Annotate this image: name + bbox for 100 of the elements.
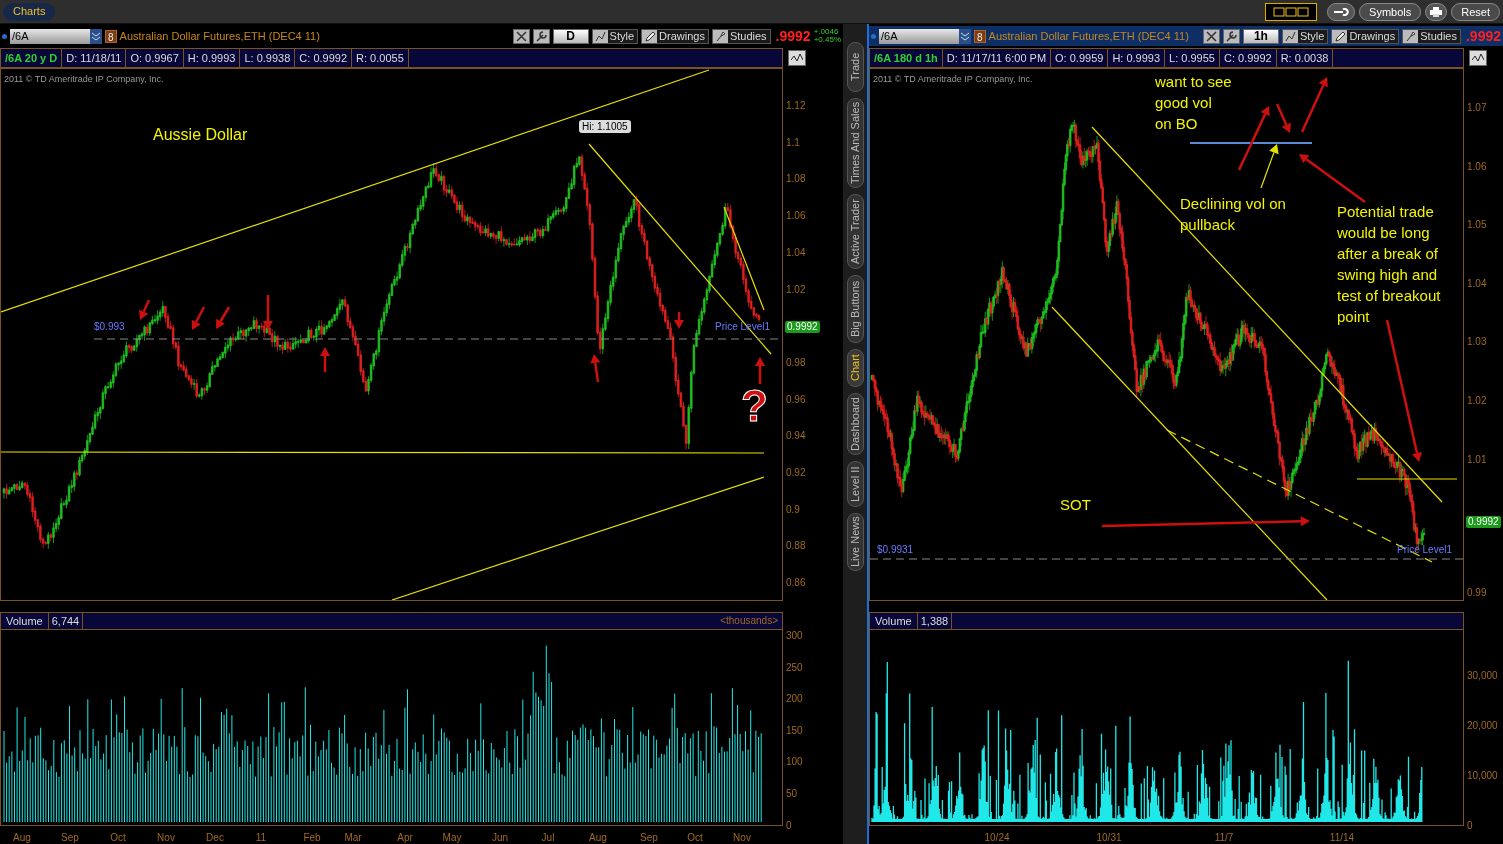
chart-settings-button[interactable] [788, 50, 806, 66]
volume-unit: <thousands> [719, 614, 779, 628]
charts-tab[interactable]: Charts [3, 2, 56, 21]
line-chart-icon [1472, 53, 1484, 63]
aggregation-button[interactable]: 1h [1242, 28, 1279, 44]
annotation-text: SOT [1060, 495, 1091, 515]
volume-label: Volume [870, 613, 918, 629]
axis-label: 0.92 [786, 467, 806, 479]
wrench-icon [1225, 30, 1237, 42]
axis-label: 0.94 [786, 430, 806, 443]
axis-label: Feb [303, 831, 321, 844]
arrow [216, 306, 231, 329]
style-icon [592, 29, 608, 43]
settings-button[interactable] [1222, 28, 1240, 44]
chart-settings-button[interactable] [1469, 50, 1487, 66]
axis-label: 1.01 [1467, 453, 1487, 466]
copyright-text: 2011 © TD Ameritrade IP Company, Inc. [4, 73, 164, 86]
axis-label: 1.06 [786, 210, 806, 223]
printer-icon [1430, 6, 1443, 17]
side-tab[interactable]: Big Buttons [846, 275, 864, 343]
studies-icon [1403, 29, 1419, 43]
side-tab[interactable]: Dashboard [846, 393, 864, 455]
toolbar-button[interactable]: Reset [1451, 2, 1500, 21]
volume-value: 1,388 [917, 613, 953, 629]
drawings-icon [1332, 29, 1348, 43]
copyright-text: 2011 © TD Ameritrade IP Company, Inc. [873, 73, 1033, 86]
info-field: /6A 20 y D [1, 49, 63, 67]
style-button[interactable]: Style [1281, 28, 1329, 44]
price-change: +.0046 [813, 28, 840, 36]
studies-button[interactable]: Studies [1402, 28, 1461, 44]
info-field: O: 0.9959 [1051, 49, 1109, 67]
axis-label: Sep [640, 831, 658, 844]
symbol-text: /6A [881, 28, 898, 44]
print-button[interactable] [1425, 2, 1448, 21]
annotation-text: Declining vol on pullback [1180, 194, 1286, 235]
axis-label: Nov [733, 831, 751, 844]
side-tab[interactable]: Level II [846, 461, 864, 507]
axis-label: Jun [491, 831, 509, 844]
pencil-cross-icon [515, 30, 527, 42]
last-price: .9992 [775, 26, 811, 46]
info-field: C: 0.9992 [1219, 49, 1277, 67]
aggregation-button[interactable]: D [552, 28, 589, 44]
axis-label: Aug [13, 831, 31, 844]
settings-button[interactable] [532, 28, 550, 44]
symbol-text: /6A [12, 28, 29, 44]
settings-button[interactable] [1327, 2, 1356, 21]
axis-label: 0.98 [786, 356, 806, 369]
axis-label: Nov [157, 831, 175, 844]
last-price: .9992 [1465, 26, 1501, 46]
side-tab[interactable]: Live News [846, 513, 864, 571]
grid-layout-icon [1273, 6, 1310, 17]
alert-count-badge: 8 [974, 29, 986, 43]
side-tab[interactable]: Active Trader [846, 194, 864, 269]
axis-label: 0.9 [786, 503, 800, 516]
axis-label: Oct [687, 831, 703, 844]
side-tab[interactable]: Times And Sales [846, 98, 864, 188]
tool-button[interactable] [512, 28, 530, 44]
current-price-tag: 0.9992 [785, 321, 820, 333]
question-mark: ? [741, 384, 768, 428]
drawings-button[interactable]: Drawings [641, 28, 709, 44]
axis-label: Sep [61, 831, 79, 844]
axis-label: 250 [786, 661, 803, 674]
symbol-field[interactable]: /6A [879, 28, 971, 44]
side-tab[interactable]: Chart [846, 349, 864, 387]
layout-button[interactable] [1265, 2, 1318, 21]
axis-label: 20,000 [1467, 720, 1498, 732]
axis-label: 1.06 [1467, 160, 1487, 173]
axis-label: 1.04 [1467, 277, 1487, 290]
info-field: C: 0.9992 [295, 49, 353, 67]
axis-label: 10/31 [1096, 831, 1122, 844]
info-field: D: 11/17/11 6:00 PM [942, 49, 1052, 67]
axis-label: 0 [786, 819, 792, 832]
dropdown-icon[interactable] [90, 28, 102, 44]
wrench-icon [535, 30, 547, 42]
info-field: H: 0.9993 [1108, 49, 1166, 67]
dropdown-icon[interactable] [959, 28, 971, 44]
percent-change: +0.45% [813, 36, 841, 44]
arrow [1299, 154, 1366, 203]
alert-count-badge: 8 [105, 29, 117, 43]
axis-label: Apr [397, 831, 413, 844]
axis-label: Dec [206, 831, 224, 844]
volume-label: Volume [1, 613, 49, 629]
axis-label: 1.1 [786, 136, 800, 149]
style-icon [1282, 29, 1298, 43]
side-tab[interactable]: Trade [846, 42, 864, 92]
style-button[interactable]: Style [591, 28, 639, 44]
studies-button[interactable]: Studies [711, 28, 771, 44]
price-level-value: $0.993 [94, 320, 125, 334]
axis-label: 1.03 [1467, 336, 1487, 349]
info-field: D: 11/18/11 [62, 49, 127, 67]
pencil-cross-icon [1205, 30, 1217, 42]
axis-label: 1.02 [786, 283, 806, 296]
toolbar-button[interactable]: Symbols [1359, 2, 1422, 21]
symbol-field[interactable]: /6A [10, 28, 102, 44]
info-field: R: 0.0055 [352, 49, 409, 67]
tool-button[interactable] [1202, 28, 1220, 44]
price-level-value: $0.9931 [877, 543, 914, 557]
axis-label: 11 [255, 831, 267, 844]
drawings-button[interactable]: Drawings [1331, 28, 1400, 44]
arrow [263, 295, 273, 330]
